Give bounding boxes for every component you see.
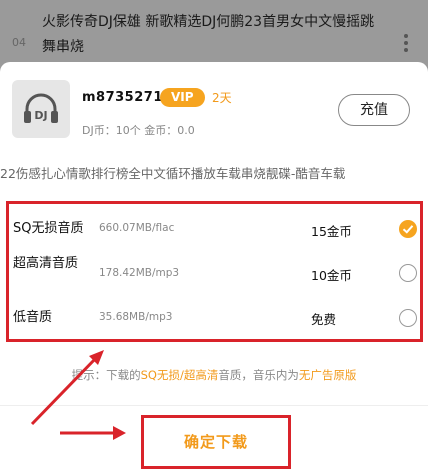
vip-badge: VIP — [160, 88, 205, 107]
background-track-title: 火影传奇DJ保雄 新歌精选DJ何鹏23首男女中文慢摇跳舞串烧 — [42, 14, 375, 55]
download-tip: 提示：下载的SQ无损/超高清音质，音乐内为无广告原版 — [0, 367, 428, 383]
username: m87352719 — [82, 90, 173, 105]
confirm-download-button[interactable]: 确定下载 — [144, 418, 288, 466]
tip-highlight-quality: SQ无损/超高清 — [140, 368, 219, 382]
background-track-row: 火影传奇DJ保雄 新歌精选DJ何鹏23首男女中文慢摇跳舞串烧 04 — [0, 0, 428, 70]
tip-prefix: 提示：下载的 — [71, 368, 141, 382]
tip-highlight-noads: 无广告原版 — [298, 368, 357, 382]
song-title: 22伤感扎心情歌排行榜全中文循环播放车载串烧靓碟-酷音车载 — [0, 166, 346, 181]
avatar: DJ — [12, 80, 70, 138]
quality-size: 178.42MB/mp3 — [99, 267, 180, 279]
svg-text:DJ: DJ — [34, 109, 47, 122]
confirm-highlight: 确定下载 — [141, 415, 291, 469]
quality-options-highlight: SQ无损音质 660.07MB/flac 15金币 超高清音质 178.42MB… — [6, 201, 423, 342]
quality-name: 超高清音质 — [13, 256, 79, 271]
more-vertical-icon — [404, 34, 408, 55]
quality-price: 10金币 — [311, 268, 352, 283]
radio-checked-icon[interactable] — [399, 220, 417, 238]
background-track-index: 04 — [12, 36, 26, 49]
quality-price: 15金币 — [311, 224, 352, 239]
quality-name: 低音质 — [13, 310, 53, 325]
download-quality-sheet: DJ m87352719 VIP 2天 DJ币：10个 金币：0.0 充值 22… — [0, 62, 428, 470]
quality-option-hq[interactable]: 超高清音质 178.42MB/mp3 10金币 — [9, 252, 420, 298]
quality-size: 660.07MB/flac — [99, 222, 175, 234]
vip-days: 2天 — [212, 91, 232, 105]
tip-middle: 音质，音乐内为 — [218, 368, 299, 382]
divider — [0, 405, 428, 406]
recharge-button[interactable]: 充值 — [338, 94, 410, 126]
dj-headphone-icon: DJ — [24, 93, 58, 123]
wallet-balance: DJ币：10个 金币：0.0 — [82, 124, 195, 137]
quality-name: SQ无损音质 — [13, 221, 84, 236]
quality-option-sq[interactable]: SQ无损音质 660.07MB/flac 15金币 — [9, 210, 420, 250]
quality-option-low[interactable]: 低音质 35.68MB/mp3 免费 — [9, 300, 420, 338]
radio-unchecked-icon[interactable] — [399, 309, 417, 327]
quality-price: 免费 — [311, 312, 337, 327]
radio-unchecked-icon[interactable] — [399, 264, 417, 282]
quality-size: 35.68MB/mp3 — [99, 311, 173, 323]
